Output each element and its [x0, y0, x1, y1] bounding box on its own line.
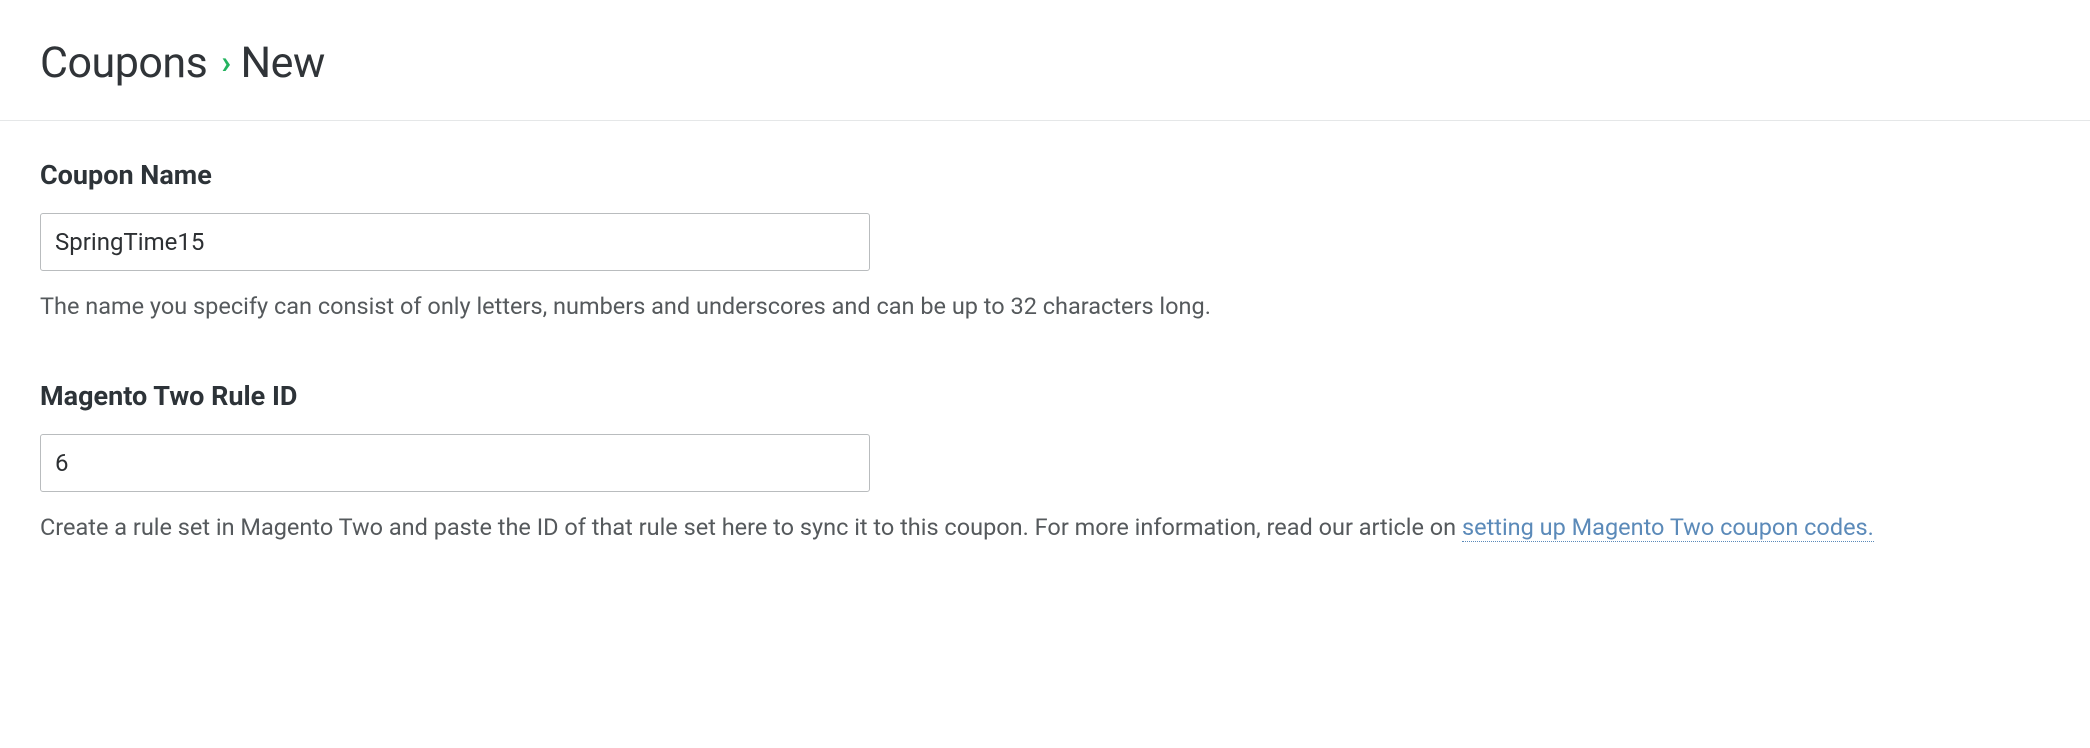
- form-content: Coupon Name The name you specify can con…: [0, 121, 2090, 640]
- rule-id-hint: Create a rule set in Magento Two and pas…: [40, 510, 2050, 545]
- rule-id-input[interactable]: [40, 434, 870, 492]
- coupon-name-group: Coupon Name The name you specify can con…: [40, 159, 2050, 324]
- coupon-name-input[interactable]: [40, 213, 870, 271]
- coupon-name-hint: The name you specify can consist of only…: [40, 289, 2050, 324]
- page-header: Coupons › New: [0, 0, 2090, 121]
- breadcrumb-current: New: [241, 38, 325, 88]
- rule-id-hint-text: Create a rule set in Magento Two and pas…: [40, 513, 1462, 541]
- breadcrumb-parent[interactable]: Coupons: [40, 38, 207, 88]
- coupon-name-label: Coupon Name: [40, 159, 2050, 191]
- chevron-right-icon: ›: [221, 43, 230, 81]
- rule-id-help-link[interactable]: setting up Magento Two coupon codes.: [1462, 513, 1874, 542]
- rule-id-group: Magento Two Rule ID Create a rule set in…: [40, 380, 2050, 545]
- breadcrumb: Coupons › New: [40, 38, 2050, 88]
- rule-id-label: Magento Two Rule ID: [40, 380, 2050, 412]
